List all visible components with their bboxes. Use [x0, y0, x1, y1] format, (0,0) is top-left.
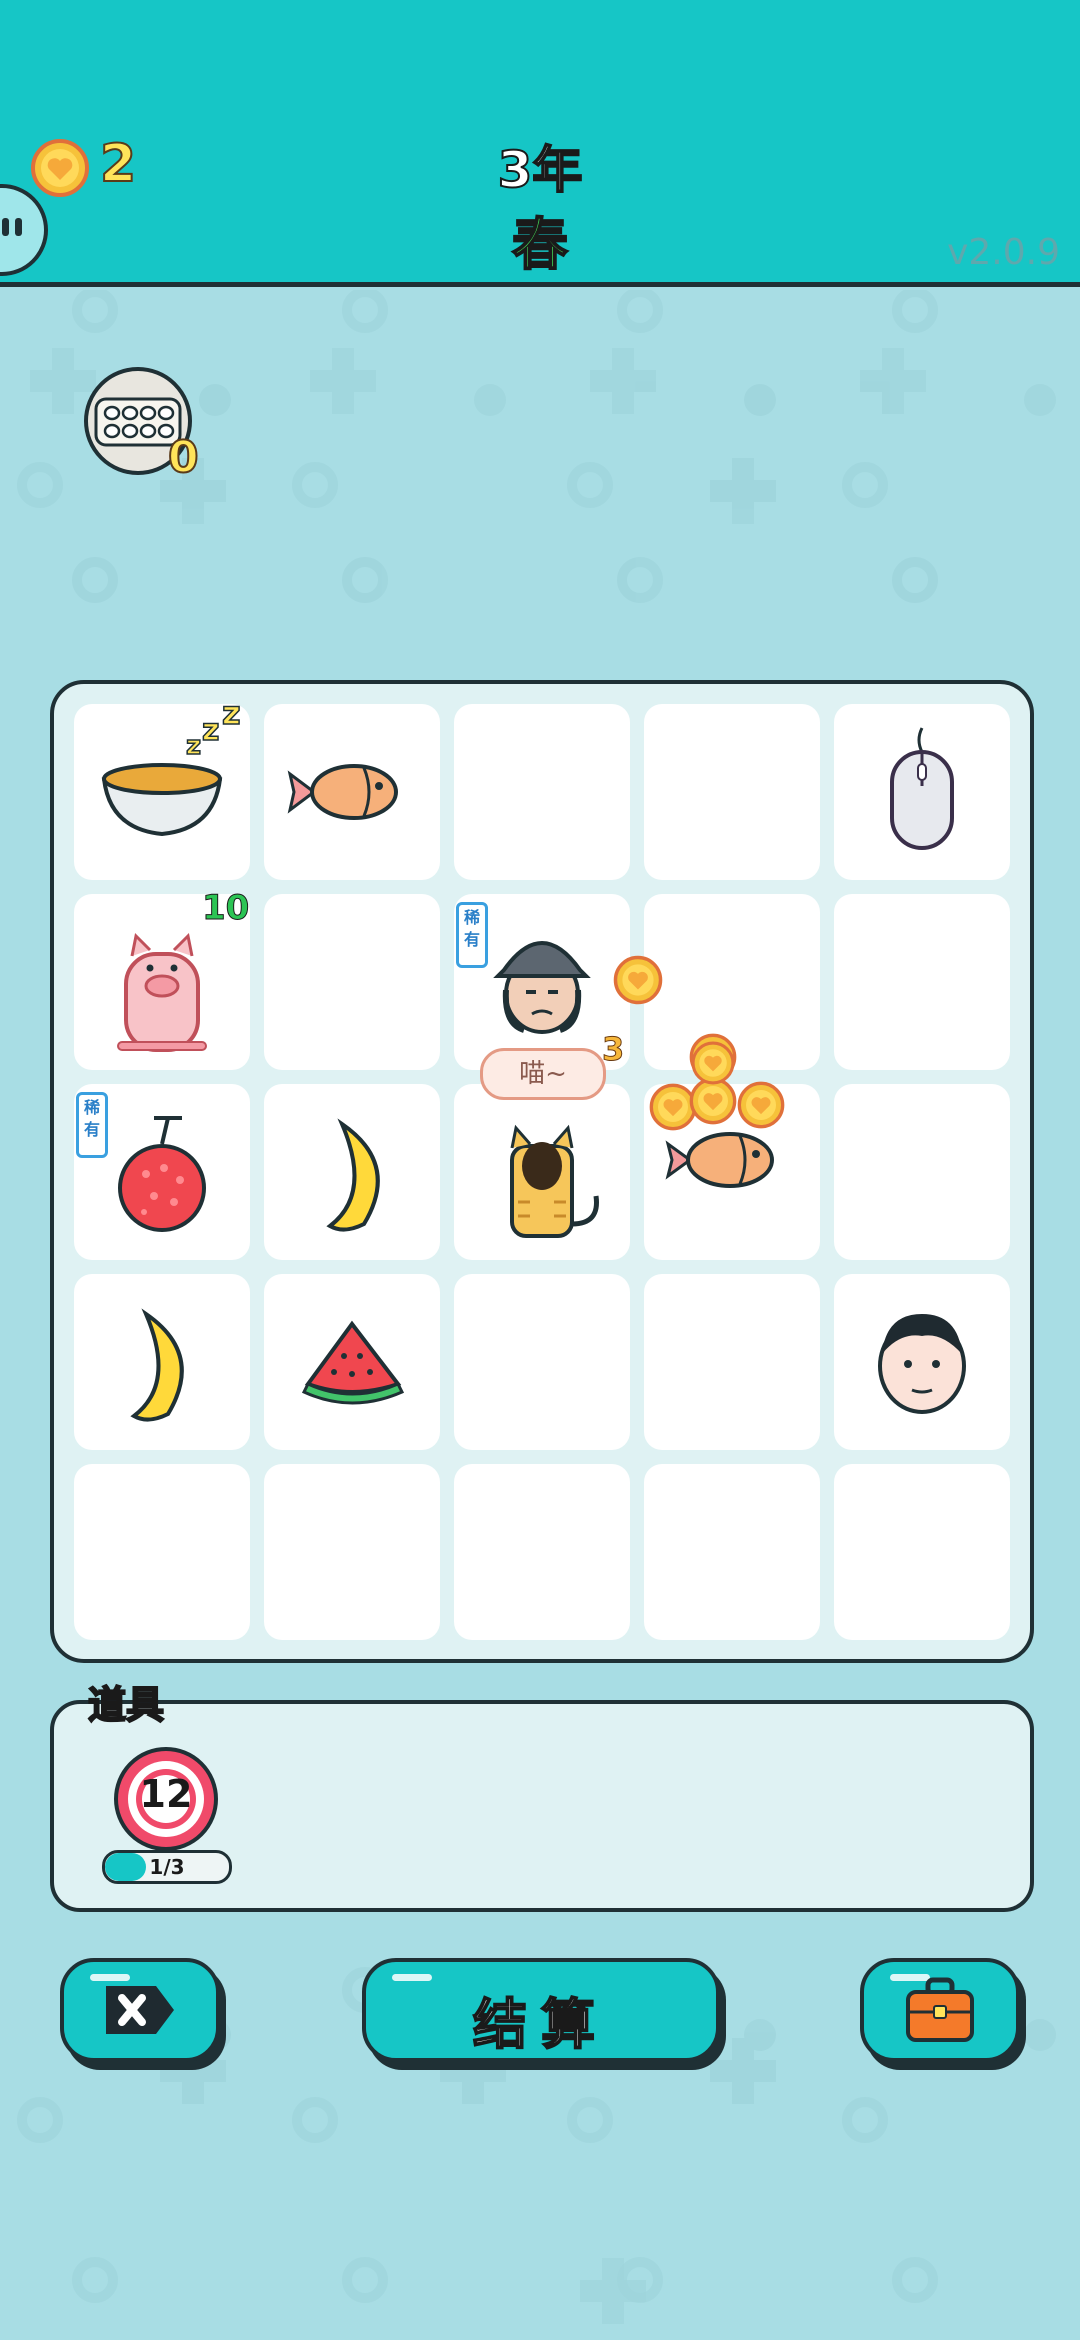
board-cell-empty[interactable]	[74, 1464, 250, 1640]
board-cell-empty[interactable]	[644, 1274, 820, 1450]
heart-coin-icon[interactable]	[690, 1040, 736, 1086]
board-cell-empty[interactable]	[454, 1464, 630, 1640]
settle-button-label: 结算	[472, 1992, 609, 2057]
board-cell[interactable]	[264, 1274, 440, 1450]
board-cell[interactable]	[264, 1084, 440, 1260]
board-cell-empty[interactable]	[454, 704, 630, 880]
board-cell[interactable]	[264, 704, 440, 880]
heart-coin-icon[interactable]	[612, 954, 664, 1006]
inventory-button[interactable]	[860, 1958, 1020, 2062]
watermelon-icon	[301, 1320, 405, 1405]
rare-tag: 稀有	[76, 1092, 108, 1158]
rare-tag: 稀有	[456, 902, 488, 968]
board-cell-empty[interactable]	[644, 1464, 820, 1640]
board-cell-empty[interactable]	[454, 1274, 630, 1450]
settle-button[interactable]: 结算	[362, 1958, 720, 2062]
svg-text:z: z	[202, 713, 219, 748]
top-bar: 2 3年 春 v2.0.9	[0, 0, 1080, 287]
close-tag-icon	[106, 1986, 174, 2034]
board-cell[interactable]	[74, 1274, 250, 1450]
target-item-count: 12	[139, 1772, 193, 1816]
board-cell[interactable]: z z z	[74, 704, 250, 880]
board-cell[interactable]	[834, 704, 1010, 880]
man-face-icon	[878, 1314, 966, 1414]
item-progress-bar: 1/3	[102, 1850, 232, 1884]
board-cell-empty[interactable]	[834, 894, 1010, 1070]
banana-icon	[326, 1118, 380, 1232]
briefcase-icon	[906, 1977, 974, 2042]
board-cell-empty[interactable]	[264, 1464, 440, 1640]
cat-icon	[510, 1124, 599, 1238]
year-label: 3年	[497, 140, 584, 200]
fish-icon	[287, 764, 398, 820]
board-cell-empty[interactable]	[264, 894, 440, 1070]
egg-count: 0	[167, 431, 200, 484]
item-progress-text: 1/3	[149, 1855, 185, 1879]
pig-count-badge: 10	[201, 888, 250, 929]
board-cell-empty[interactable]	[834, 1084, 1010, 1260]
speech-count: 3	[601, 1030, 625, 1069]
svg-text:z: z	[222, 704, 241, 732]
board-cell[interactable]	[454, 1084, 630, 1260]
svg-text:z: z	[186, 731, 201, 761]
version-label: v2.0.9	[947, 232, 1060, 273]
banana-icon	[130, 1308, 184, 1422]
board-cell-empty[interactable]	[644, 704, 820, 880]
cat-speech-bubble: 喵~	[480, 1048, 606, 1100]
season-label: 春	[511, 212, 569, 279]
game-board: z z z	[50, 680, 1034, 1663]
cancel-button[interactable]	[60, 1958, 220, 2062]
items-panel-title: 道具	[87, 1682, 165, 1728]
soup-bowl-icon: z z z	[101, 704, 241, 837]
heart-coin-icon[interactable]	[736, 1080, 786, 1130]
computer-mouse-icon	[890, 727, 954, 850]
board-cell-empty[interactable]	[834, 1464, 1010, 1640]
helper-avatar-icon[interactable]	[0, 180, 52, 280]
board-cell[interactable]	[834, 1274, 1010, 1450]
